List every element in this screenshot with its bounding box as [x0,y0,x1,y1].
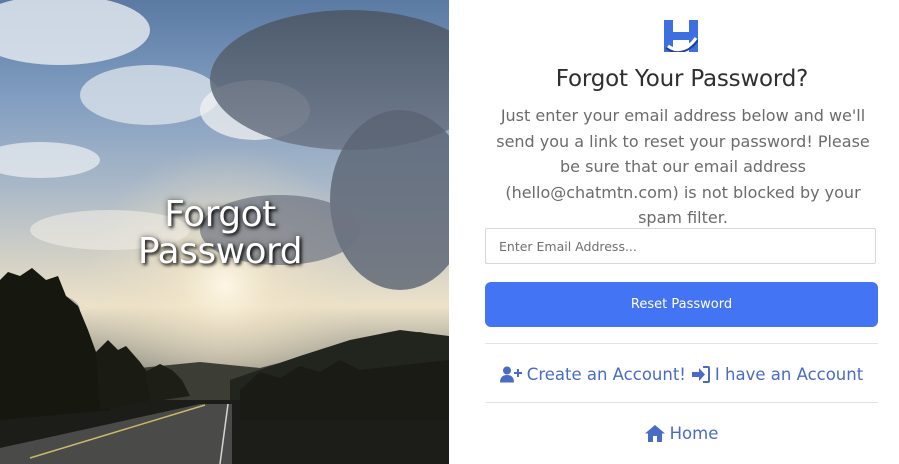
page-title: Forgot Your Password? [555,66,809,92]
sign-in-icon [691,365,710,383]
hero-title-line-1: Forgot [164,194,276,235]
email-field[interactable] [485,228,876,264]
login-link[interactable]: I have an Account [691,364,864,384]
create-account-label: Create an Account! [526,364,686,384]
home-label: Home [669,423,719,443]
login-label: I have an Account [714,364,864,384]
user-plus-icon [499,366,522,382]
create-account-link[interactable]: Create an Account! [499,364,686,384]
home-icon [644,424,665,442]
account-links: Create an Account! I have an Account [485,362,878,386]
reset-password-button[interactable]: Reset Password [485,282,878,327]
divider-top [485,343,878,344]
hero-title-line-2: Password [137,231,303,272]
home-link-row: Home [485,421,878,445]
divider-bottom [485,402,878,403]
forgot-password-page: Forgot Password Forgot Your Password? Ju… [0,0,899,464]
h-brand-logo-icon [664,20,698,52]
home-link[interactable]: Home [644,423,719,443]
instructions-text: Just enter your email address below and … [496,106,870,227]
hero-image: Forgot Password [0,0,449,464]
hero-title: Forgot Password [0,196,440,270]
